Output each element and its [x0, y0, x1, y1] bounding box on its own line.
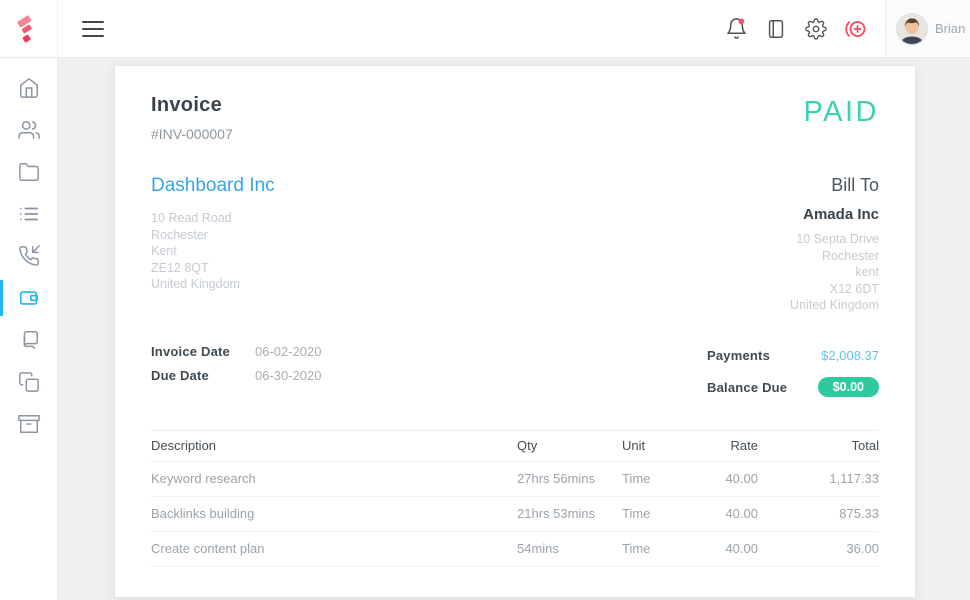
archive-icon	[18, 413, 40, 435]
sidebar-item-archive[interactable]	[0, 403, 57, 445]
address-line: X12 6DT	[790, 281, 879, 298]
sidebar-item-contacts[interactable]	[0, 109, 57, 151]
billto-address: 10 Septa DriveRochesterkentX12 6DTUnited…	[790, 231, 879, 314]
address-line: United Kingdom	[790, 297, 879, 314]
cell-desc: Create content plan	[151, 541, 517, 556]
cell-total: 1,117.33	[758, 471, 879, 486]
bill-to-label: Bill To	[790, 175, 879, 196]
column-header-qty: Qty	[517, 438, 622, 453]
due-date-label: Due Date	[151, 368, 255, 383]
notifications-bell-icon[interactable]	[723, 16, 749, 42]
column-header-desc: Description	[151, 438, 517, 453]
cell-unit: Time	[622, 471, 688, 486]
cell-total: 875.33	[758, 506, 879, 521]
due-date-value: 06-30-2020	[255, 368, 322, 383]
copy-pages-icon	[18, 371, 40, 393]
balance-due-label: Balance Due	[707, 380, 787, 395]
invoice-date-label: Invoice Date	[151, 344, 255, 359]
from-address: 10 Read RoadRochesterKentZE12 8QTUnited …	[151, 210, 275, 293]
status-badge: PAID	[803, 96, 879, 129]
column-header-rate: Rate	[688, 438, 758, 453]
table-row: Create content plan54minsTime40.0036.00	[151, 532, 879, 567]
cell-qty: 54mins	[517, 541, 622, 556]
address-line: Kent	[151, 243, 275, 260]
quick-add-icon[interactable]	[843, 16, 869, 42]
settings-gear-icon[interactable]	[803, 16, 829, 42]
home-icon	[18, 77, 40, 99]
invoice-table-body: Keyword research27hrs 56minsTime40.001,1…	[151, 462, 879, 567]
journal-icon[interactable]	[763, 16, 789, 42]
sidebar-item-invoices[interactable]	[0, 277, 57, 319]
sidebar-item-home[interactable]	[0, 67, 57, 109]
invoice-date-value: 06-02-2020	[255, 344, 322, 359]
payments-value: $2,008.37	[821, 348, 879, 363]
app-logo[interactable]	[0, 0, 58, 57]
users-icon	[18, 119, 40, 141]
cell-qty: 27hrs 56mins	[517, 471, 622, 486]
invoice-totals: Payments $2,008.37 Balance Due $0.00	[707, 344, 879, 408]
column-header-unit: Unit	[622, 438, 688, 453]
user-name: Brian	[935, 21, 965, 36]
user-menu[interactable]: Brian	[885, 0, 970, 57]
payments-label: Payments	[707, 348, 770, 363]
avatar	[896, 13, 928, 45]
sidebar-item-tasks[interactable]	[0, 193, 57, 235]
cell-rate: 40.00	[688, 506, 758, 521]
invoice-number: #INV-000007	[151, 126, 879, 142]
invoice-table-header: DescriptionQtyUnitRateTotal	[151, 430, 879, 462]
sidebar-item-chat[interactable]	[0, 319, 57, 361]
sidebar	[0, 58, 58, 600]
address-line: Rochester	[790, 248, 879, 265]
cell-desc: Keyword research	[151, 471, 517, 486]
topbar-actions	[723, 16, 885, 42]
cell-qty: 21hrs 53mins	[517, 506, 622, 521]
company-block: Dashboard Inc 10 Read RoadRochesterKentZ…	[151, 175, 275, 314]
topbar: Brian	[0, 0, 970, 58]
address-line: Rochester	[151, 227, 275, 244]
sidebar-item-projects[interactable]	[0, 151, 57, 193]
address-line: United Kingdom	[151, 276, 275, 293]
cell-unit: Time	[622, 541, 688, 556]
sidebar-item-calls[interactable]	[0, 235, 57, 277]
cell-rate: 40.00	[688, 541, 758, 556]
folder-icon	[18, 161, 40, 183]
phone-incoming-icon	[18, 245, 40, 267]
line-items-table: DescriptionQtyUnitRateTotal Keyword rese…	[151, 430, 879, 567]
column-header-total: Total	[758, 438, 879, 453]
invoice-dates: Invoice Date 06-02-2020 Due Date 06-30-2…	[151, 344, 322, 392]
chat-icon	[18, 329, 40, 351]
main-content: Invoice #INV-000007 PAID Dashboard Inc 1…	[58, 58, 970, 600]
company-name[interactable]: Dashboard Inc	[151, 175, 275, 197]
cell-desc: Backlinks building	[151, 506, 517, 521]
table-row: Keyword research27hrs 56minsTime40.001,1…	[151, 462, 879, 497]
brand-logo-icon	[12, 12, 46, 46]
table-row: Backlinks building21hrs 53minsTime40.008…	[151, 497, 879, 532]
menu-toggle-button[interactable]	[78, 17, 108, 41]
address-line: 10 Septa Drive	[790, 231, 879, 248]
wallet-icon	[18, 287, 40, 309]
sidebar-item-documents[interactable]	[0, 361, 57, 403]
customer-name: Amada Inc	[790, 206, 879, 223]
address-line: 10 Read Road	[151, 210, 275, 227]
address-line: ZE12 8QT	[151, 260, 275, 277]
balance-due-badge: $0.00	[818, 377, 879, 398]
address-line: kent	[790, 264, 879, 281]
list-icon	[18, 203, 40, 225]
cell-rate: 40.00	[688, 471, 758, 486]
cell-unit: Time	[622, 506, 688, 521]
cell-total: 36.00	[758, 541, 879, 556]
page-title: Invoice	[151, 94, 879, 117]
bill-to-block: Bill To Amada Inc 10 Septa DriveRocheste…	[790, 175, 879, 314]
invoice-card: Invoice #INV-000007 PAID Dashboard Inc 1…	[115, 66, 915, 597]
